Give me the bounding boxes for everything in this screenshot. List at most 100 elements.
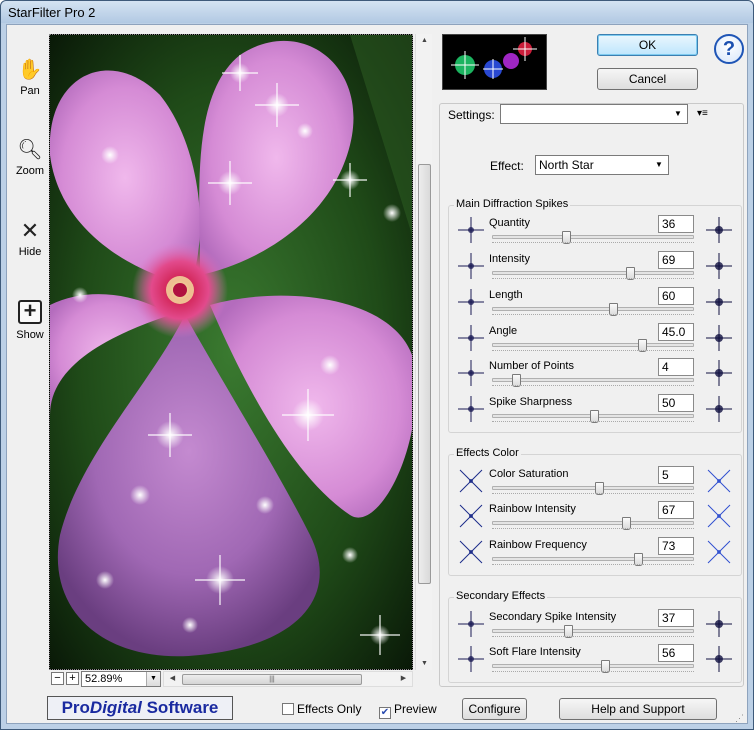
- help-icon[interactable]: ?: [714, 34, 744, 64]
- help-support-button[interactable]: Help and Support: [559, 698, 717, 720]
- star-result-icon: [704, 394, 734, 424]
- param-row-rainbow-intensity: Rainbow Intensity 67: [448, 501, 742, 537]
- ok-button[interactable]: OK: [597, 34, 698, 56]
- param-label: Quantity: [489, 217, 530, 229]
- param-value-input[interactable]: 67: [658, 501, 694, 519]
- prodigital-logo: ProDigital Software: [47, 696, 233, 720]
- slider-ticks: [492, 493, 694, 495]
- zoom-out-button[interactable]: −: [51, 672, 64, 685]
- param-slider[interactable]: [492, 482, 694, 495]
- param-row-angle: Angle 45.0: [448, 323, 742, 359]
- preview-checkbox[interactable]: ✔ Preview: [379, 702, 437, 719]
- star-preview-icon: [456, 323, 486, 353]
- settings-select[interactable]: ▼: [500, 104, 688, 124]
- param-slider[interactable]: [492, 553, 694, 566]
- param-slider[interactable]: [492, 517, 694, 530]
- zoom-label: Zoom: [15, 165, 45, 177]
- param-value-input[interactable]: 37: [658, 609, 694, 627]
- param-slider[interactable]: [492, 303, 694, 316]
- preview-vertical-scrollbar[interactable]: ▲ ▼: [415, 34, 432, 670]
- param-value-input[interactable]: 69: [658, 251, 694, 269]
- plus-box-icon: +: [18, 300, 42, 324]
- vertical-scroll-thumb[interactable]: [418, 164, 431, 584]
- param-label: Rainbow Intensity: [489, 503, 576, 515]
- param-slider[interactable]: [492, 410, 694, 423]
- param-value-input[interactable]: 5: [658, 466, 694, 484]
- settings-menu-icon[interactable]: ▾≡: [697, 108, 708, 119]
- pan-label: Pan: [20, 85, 40, 97]
- show-label: Show: [16, 329, 44, 341]
- configure-button[interactable]: Configure: [462, 698, 527, 720]
- scroll-down-icon[interactable]: ▼: [416, 660, 433, 667]
- hide-label: Hide: [18, 246, 42, 258]
- param-row-length: Length 60: [448, 287, 742, 323]
- param-slider[interactable]: [492, 374, 694, 387]
- horizontal-scroll-thumb[interactable]: |||: [182, 674, 362, 685]
- effect-select[interactable]: North Star ▼: [535, 155, 669, 175]
- hand-icon: ✋: [17, 59, 43, 81]
- slider-ticks: [492, 314, 694, 316]
- zoom-value: 52.89%: [85, 673, 123, 685]
- param-row-color-saturation: Color Saturation 5: [448, 466, 742, 502]
- param-label: Spike Sharpness: [489, 396, 573, 408]
- param-label: Intensity: [489, 253, 530, 265]
- param-value-input[interactable]: 4: [658, 358, 694, 376]
- star-result-icon: [704, 501, 734, 531]
- star-preview-icon: [456, 287, 486, 317]
- chevron-down-icon: ▼: [655, 160, 663, 169]
- dialog-client: ✋ Pan 🔍︎ Zoom ✕ Hide + Show ▲ ▼ − + 52.8…: [6, 24, 748, 724]
- star-preview-icon: [456, 358, 486, 388]
- param-value-input[interactable]: 50: [658, 394, 694, 412]
- param-value-input[interactable]: 36: [658, 215, 694, 233]
- star-result-icon: [704, 358, 734, 388]
- show-tool[interactable]: + Show: [11, 299, 49, 342]
- brand-pro: Pro: [61, 698, 90, 717]
- param-slider[interactable]: [492, 660, 694, 673]
- star-preview-icon: [456, 251, 486, 281]
- param-label: Secondary Spike Intensity: [489, 611, 617, 623]
- param-value-input[interactable]: 45.0: [658, 323, 694, 341]
- settings-label: Settings:: [448, 108, 495, 122]
- effects-only-box[interactable]: [282, 703, 294, 715]
- zoom-tool[interactable]: 🔍︎ Zoom: [11, 137, 49, 177]
- param-slider[interactable]: [492, 339, 694, 352]
- param-slider[interactable]: [492, 625, 694, 638]
- param-label: Angle: [489, 325, 518, 337]
- param-label: Rainbow Frequency: [489, 539, 587, 551]
- param-row-quantity: Quantity 36: [448, 215, 742, 251]
- param-value-input[interactable]: 73: [658, 537, 694, 555]
- param-label: Color Saturation: [489, 468, 569, 480]
- preview-check-icon[interactable]: ✔: [379, 707, 391, 719]
- star-result-icon: [704, 287, 734, 317]
- star-preview-icon: [456, 609, 486, 639]
- hide-tool[interactable]: ✕ Hide: [11, 218, 49, 258]
- scroll-right-icon[interactable]: ▶: [395, 674, 412, 682]
- slider-ticks: [492, 421, 694, 423]
- star-result-icon: [704, 251, 734, 281]
- slider-ticks: [492, 671, 694, 673]
- scroll-up-icon[interactable]: ▲: [416, 37, 433, 44]
- param-value-input[interactable]: 60: [658, 287, 694, 305]
- title-bar[interactable]: StarFilter Pro 2: [1, 1, 753, 23]
- param-slider[interactable]: [492, 231, 694, 244]
- slider-ticks: [492, 564, 694, 566]
- zoom-select[interactable]: 52.89% ▼: [81, 671, 161, 687]
- effects-only-checkbox[interactable]: Effects Only: [282, 702, 361, 716]
- slider-ticks: [492, 350, 694, 352]
- resize-grip-icon[interactable]: ⋰: [735, 713, 744, 724]
- param-value-input[interactable]: 56: [658, 644, 694, 662]
- zoom-bar: − + 52.89% ▼ ◀ ||| ▶: [49, 671, 433, 687]
- chevron-down-icon: ▼: [146, 672, 160, 686]
- zoom-in-button[interactable]: +: [66, 672, 79, 685]
- cancel-button[interactable]: Cancel: [597, 68, 698, 90]
- preview-horizontal-scrollbar[interactable]: ◀ ||| ▶: [163, 671, 413, 687]
- slider-ticks: [492, 385, 694, 387]
- effect-label: Effect:: [490, 159, 524, 173]
- chevron-down-icon: ▼: [674, 109, 682, 118]
- preview-image[interactable]: [49, 34, 413, 670]
- star-preview-icon: [456, 501, 486, 531]
- param-slider[interactable]: [492, 267, 694, 280]
- slider-ticks: [492, 278, 694, 280]
- pan-tool[interactable]: ✋ Pan: [11, 57, 49, 97]
- scroll-left-icon[interactable]: ◀: [164, 674, 181, 682]
